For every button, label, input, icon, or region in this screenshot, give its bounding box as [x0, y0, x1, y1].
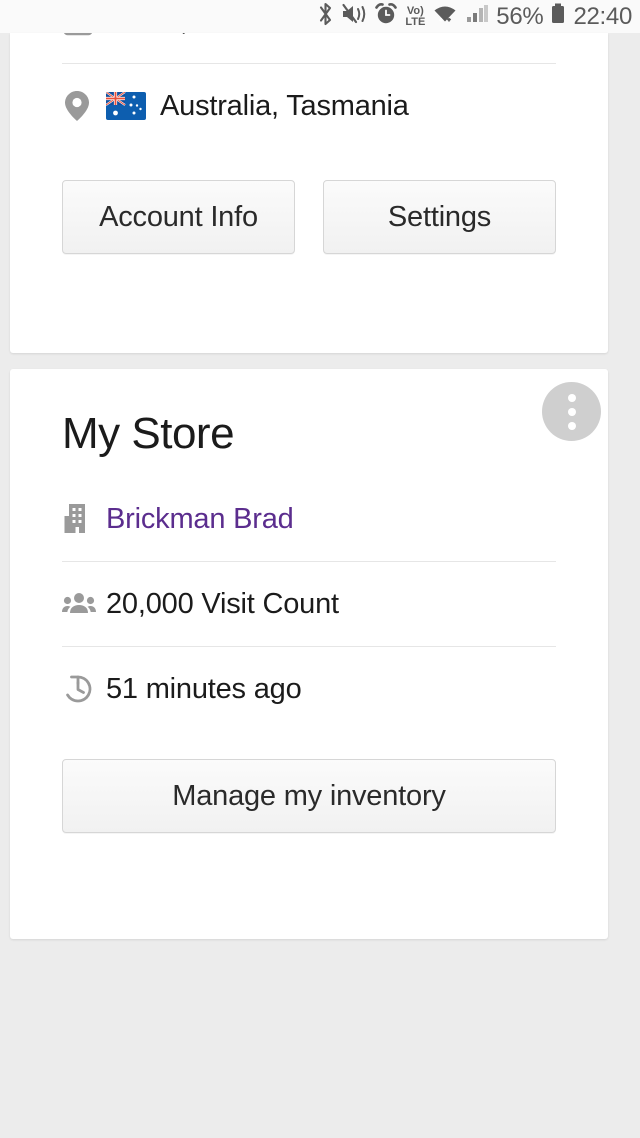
store-name-row[interactable]: Brickman Brad — [10, 477, 608, 561]
account-button-row: Account Info Settings — [10, 180, 608, 254]
account-card: Jul 11, 2017 — [10, 33, 608, 353]
australia-flag-icon — [106, 92, 146, 120]
manage-inventory-button[interactable]: Manage my inventory — [62, 759, 556, 833]
visit-count-label: 20,000 Visit Count — [106, 587, 339, 620]
battery-icon — [550, 2, 566, 31]
location-label: Australia, Tasmania — [160, 89, 409, 122]
volte-top-label: Vo) — [406, 5, 424, 18]
date-label: Jul 11, 2017 — [106, 33, 260, 38]
store-card-title: My Store — [62, 409, 235, 458]
people-group-icon — [62, 591, 106, 617]
location-pin-icon — [62, 89, 106, 123]
status-bar: Vo) LTE 56% 22:40 — [0, 0, 640, 33]
store-card: My Store Brickman Brad 20,000 Visit Coun… — [10, 369, 608, 939]
visit-count-row: 20,000 Visit Count — [10, 562, 608, 646]
bluetooth-icon — [317, 2, 334, 31]
battery-percent-label: 56% — [496, 2, 544, 30]
more-vertical-icon-dot-3 — [567, 421, 576, 430]
more-vertical-icon-dot-2 — [567, 407, 576, 416]
calendar-icon — [62, 33, 106, 37]
volume-mute-vibrate-icon — [341, 2, 367, 31]
page-content: Jul 11, 2017 — [0, 33, 640, 1138]
account-info-button[interactable]: Account Info — [62, 180, 295, 254]
date-row: Jul 11, 2017 — [10, 33, 608, 63]
clock-time-label: 22:40 — [573, 2, 632, 30]
building-icon — [62, 502, 106, 536]
settings-button[interactable]: Settings — [323, 180, 556, 254]
store-name-link[interactable]: Brickman Brad — [106, 503, 294, 536]
wifi-icon — [432, 2, 458, 31]
history-clock-icon — [62, 673, 106, 705]
cellular-signal-icon — [465, 2, 489, 31]
last-updated-label: 51 minutes ago — [106, 672, 302, 705]
overflow-menu-button[interactable] — [542, 382, 601, 441]
alarm-icon — [374, 2, 398, 31]
last-updated-row: 51 minutes ago — [10, 647, 608, 731]
volte-bottom-label: LTE — [405, 15, 426, 28]
volte-icon: Vo) LTE — [405, 5, 426, 28]
more-vertical-icon-dot-1 — [567, 393, 576, 402]
location-row: Australia, Tasmania — [10, 64, 608, 148]
